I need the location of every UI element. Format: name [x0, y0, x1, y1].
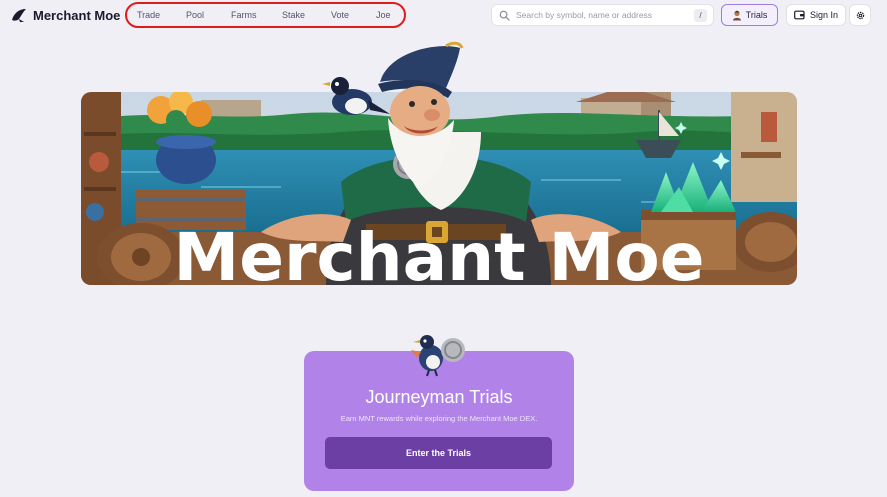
trials-card-title: Journeyman Trials	[365, 387, 513, 407]
enter-trials-button[interactable]: Enter the Trials	[325, 437, 552, 469]
sign-in-label: Sign In	[809, 10, 839, 20]
magpie-logo-icon	[12, 9, 26, 22]
settings-button[interactable]	[849, 4, 871, 26]
trials-button-label: Trials	[745, 10, 768, 20]
search-input[interactable]	[516, 10, 691, 20]
trials-button[interactable]: Trials	[721, 4, 778, 26]
brand-name: Merchant Moe	[33, 7, 121, 23]
gear-icon	[856, 11, 864, 19]
main-nav: Trade Pool Farms Stake Vote Joe	[125, 2, 406, 28]
nav-farms[interactable]: Farms	[231, 10, 257, 20]
merchant-avatar-icon	[732, 10, 741, 20]
search-bar[interactable]: /	[491, 4, 714, 26]
nav-vote[interactable]: Vote	[331, 10, 349, 20]
nav-trade[interactable]: Trade	[137, 10, 160, 20]
brand-logo[interactable]: Merchant Moe	[10, 5, 120, 25]
search-shortcut-key: /	[694, 9, 707, 22]
magpie-with-coin-icon	[411, 335, 465, 377]
trials-card-subtitle: Earn MNT rewards while exploring the Mer…	[340, 414, 538, 423]
hero-title: Merchant Moe	[173, 219, 705, 286]
top-header: Merchant Moe Trade Pool Farms Stake Vote…	[0, 0, 887, 30]
nav-pool[interactable]: Pool	[186, 10, 204, 20]
sign-in-button[interactable]: Sign In	[786, 4, 846, 26]
search-icon	[499, 10, 510, 21]
merchant-character-icon	[322, 41, 464, 188]
nav-joe[interactable]: Joe	[376, 10, 391, 20]
wallet-icon	[794, 10, 805, 20]
nav-stake[interactable]: Stake	[282, 10, 305, 20]
